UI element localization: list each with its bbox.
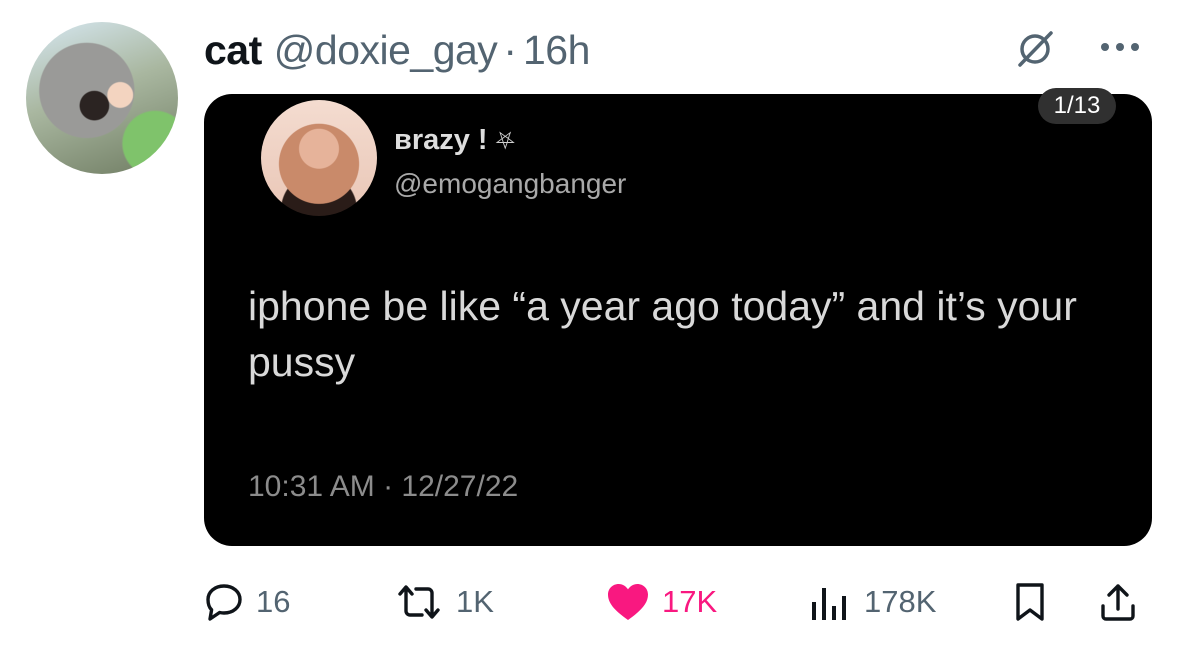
views-count: 178K — [864, 584, 937, 619]
reply-button[interactable]: 16 — [202, 572, 290, 632]
views-button[interactable]: 178K — [806, 572, 936, 632]
reply-icon — [202, 580, 246, 624]
like-button[interactable]: 17K — [604, 572, 717, 632]
media-counter-badge: 1/13 — [1038, 88, 1116, 124]
more-icon[interactable] — [1098, 40, 1142, 54]
quoted-handle: @emogangbanger — [394, 168, 627, 199]
author-avatar[interactable] — [26, 22, 178, 174]
author-name[interactable]: cat — [204, 24, 262, 76]
quoted-avatar — [261, 100, 377, 216]
retweet-button[interactable]: 1K — [392, 572, 494, 632]
action-bar: 16 1K 17K 178K — [0, 572, 1179, 632]
reply-count: 16 — [256, 584, 291, 619]
quoted-name-text: вrazy ! — [394, 124, 488, 156]
header-separator: · — [503, 27, 517, 73]
retweet-count: 1K — [456, 584, 494, 619]
quoted-timestamp: 10:31 AM · 12/27/22 — [248, 470, 519, 503]
tweet-timestamp[interactable]: 16h — [523, 24, 590, 76]
retweet-icon — [392, 580, 446, 624]
heart-icon — [604, 580, 652, 624]
bookmark-icon — [1008, 580, 1052, 624]
like-count: 17K — [662, 584, 718, 619]
grok-icon[interactable] — [1014, 28, 1056, 70]
share-button[interactable] — [1096, 572, 1140, 632]
tweet-media-image[interactable]: вrazy ! ⛧ @emogangbanger iphone be like “… — [204, 94, 1152, 546]
author-handle[interactable]: @doxie_gay — [274, 24, 498, 76]
tweet-header: cat @doxie_gay · 16h — [204, 24, 590, 76]
quoted-text: iphone be like “a year ago today” and it… — [248, 283, 1077, 385]
pentagram-icon: ⛧ — [495, 128, 515, 155]
analytics-icon — [806, 580, 854, 624]
bookmark-button[interactable] — [1008, 572, 1052, 632]
share-icon — [1096, 580, 1140, 624]
quoted-name: вrazy ! ⛧ — [394, 124, 515, 157]
